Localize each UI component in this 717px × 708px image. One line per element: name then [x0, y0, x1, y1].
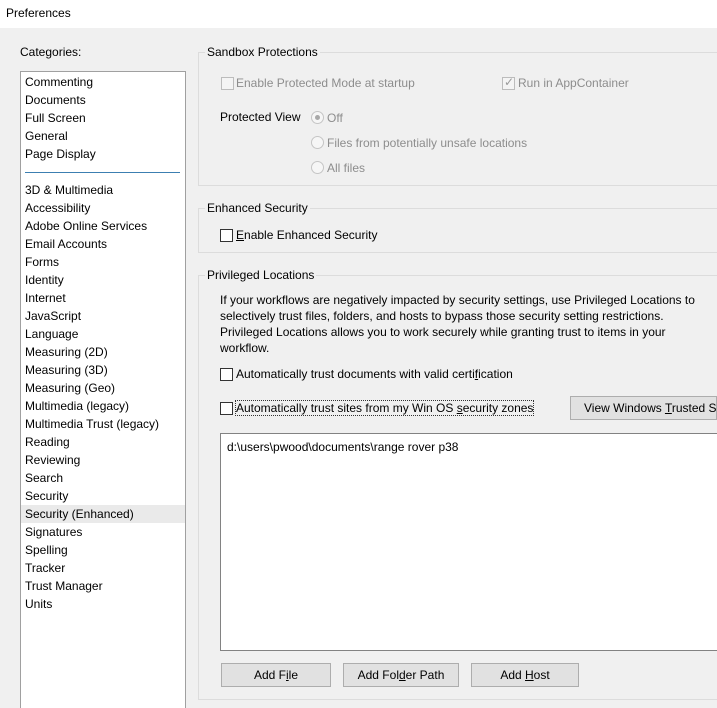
- category-item[interactable]: Forms: [21, 253, 185, 271]
- title-bar: Preferences: [0, 0, 717, 28]
- trust-certified-documents-label: Automatically trust documents with valid…: [236, 367, 513, 381]
- category-item[interactable]: JavaScript: [21, 307, 185, 325]
- category-item[interactable]: Full Screen: [21, 109, 185, 127]
- add-host-button[interactable]: Add Host: [471, 663, 579, 687]
- category-item[interactable]: Reading: [21, 433, 185, 451]
- trust-os-security-zones-label: Automatically trust sites from my Win OS…: [234, 400, 535, 416]
- protected-view-all-label: All files: [327, 161, 366, 175]
- protected-view-off-radio[interactable]: [311, 111, 324, 124]
- category-item[interactable]: General: [21, 127, 185, 145]
- categories-list[interactable]: Commenting Documents Full Screen General Pag…: [20, 71, 186, 708]
- protected-mode-checkbox[interactable]: [221, 77, 234, 90]
- category-item[interactable]: Signatures: [21, 523, 185, 541]
- enhanced-security-title: Enhanced Security: [205, 201, 310, 215]
- category-item[interactable]: Commenting: [21, 73, 185, 91]
- category-item[interactable]: Multimedia Trust (legacy): [21, 415, 185, 433]
- add-file-button[interactable]: Add File: [221, 663, 331, 687]
- category-item[interactable]: Adobe Online Services: [21, 217, 185, 235]
- app-container-label: Run in AppContainer: [518, 76, 629, 90]
- protected-view-unsafe-radio[interactable]: [311, 136, 324, 149]
- category-item[interactable]: Language: [21, 325, 185, 343]
- categories-separator: [25, 172, 180, 173]
- protected-view-unsafe-label: Files from potentially unsafe locations: [327, 136, 528, 150]
- radio-selected-dot: [315, 115, 320, 120]
- category-item[interactable]: Reviewing: [21, 451, 185, 469]
- trust-os-security-zones-checkbox[interactable]: [220, 402, 233, 415]
- app-container-checkbox[interactable]: ✓: [502, 75, 515, 90]
- category-item[interactable]: Units: [21, 595, 185, 613]
- category-item[interactable]: Measuring (Geo): [21, 379, 185, 397]
- list-item[interactable]: d:\users\pwood\documents\range rover p38: [227, 440, 458, 454]
- privileged-locations-description: If your workflows are negatively impacte…: [220, 293, 695, 355]
- category-item[interactable]: Security (Enhanced): [21, 505, 185, 523]
- view-windows-trusted-sites-button[interactable]: View Windows Trusted Sit: [570, 396, 717, 420]
- category-item[interactable]: Tracker: [21, 559, 185, 577]
- protected-view-off-label: Off: [327, 111, 343, 125]
- category-item[interactable]: Accessibility: [21, 199, 185, 217]
- category-item[interactable]: Page Display: [21, 145, 185, 163]
- privileged-locations-list[interactable]: d:\users\pwood\documents\range rover p38: [220, 433, 717, 651]
- category-item[interactable]: Multimedia (legacy): [21, 397, 185, 415]
- enable-enhanced-security-checkbox[interactable]: [220, 229, 233, 242]
- protected-view-all-radio[interactable]: [311, 161, 324, 174]
- protected-view-label: Protected View: [220, 110, 301, 124]
- category-item[interactable]: Measuring (3D): [21, 361, 185, 379]
- category-item[interactable]: Search: [21, 469, 185, 487]
- category-item[interactable]: 3D & Multimedia: [21, 181, 185, 199]
- categories-label: Categories:: [20, 45, 82, 59]
- add-folder-path-button[interactable]: Add Folder Path: [343, 663, 459, 687]
- enable-enhanced-security-label: Enable Enhanced Security: [236, 228, 378, 242]
- category-item[interactable]: Spelling: [21, 541, 185, 559]
- category-item[interactable]: Identity: [21, 271, 185, 289]
- category-item[interactable]: Security: [21, 487, 185, 505]
- window-title: Preferences: [6, 6, 71, 20]
- checkmark-icon: ✓: [504, 75, 515, 89]
- category-item[interactable]: Internet: [21, 289, 185, 307]
- protected-mode-label: Enable Protected Mode at startup: [236, 76, 415, 90]
- privileged-locations-title: Privileged Locations: [205, 268, 317, 282]
- category-item[interactable]: Email Accounts: [21, 235, 185, 253]
- category-item[interactable]: Documents: [21, 91, 185, 109]
- category-item[interactable]: Measuring (2D): [21, 343, 185, 361]
- sandbox-protections-title: Sandbox Protections: [205, 45, 320, 59]
- category-item[interactable]: Trust Manager: [21, 577, 185, 595]
- trust-certified-documents-checkbox[interactable]: [220, 368, 233, 381]
